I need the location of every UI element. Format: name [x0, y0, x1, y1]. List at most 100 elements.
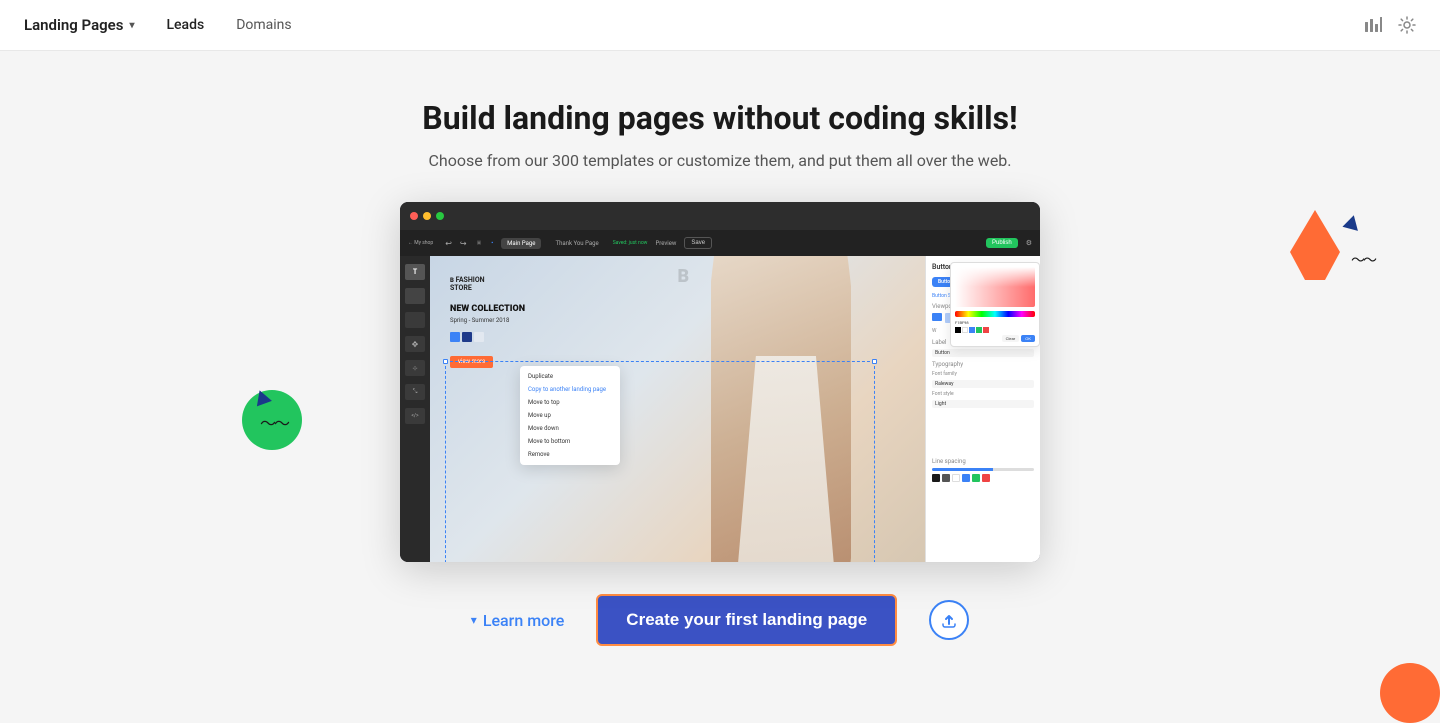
- ls-swatch-red: [982, 474, 990, 482]
- upload-icon: [939, 610, 959, 630]
- fashion-content: B FASHIONSTORE NEW COLLECTION Spring - S…: [450, 276, 525, 368]
- swatch-light: [474, 332, 484, 342]
- analytics-icon-button[interactable]: [1364, 16, 1382, 34]
- nav-link-leads[interactable]: Leads: [166, 17, 204, 33]
- ls-swatch-white: [952, 474, 960, 482]
- topbar-tab-mainpage[interactable]: Main Page: [501, 238, 541, 249]
- view-more-button[interactable]: view more: [450, 356, 493, 368]
- topbar-tab-thankyou[interactable]: Thank You Page: [549, 238, 604, 249]
- spring-summer-text: Spring - Summer 2018: [450, 317, 525, 324]
- hero-title: Build landing pages without coding skill…: [422, 99, 1017, 137]
- upload-icon-button[interactable]: [929, 600, 969, 640]
- line-spacing-slider[interactable]: [932, 468, 1034, 471]
- swatch-accent1: [969, 327, 975, 333]
- font-family-label: Font family: [932, 371, 962, 377]
- swatch-black: [955, 327, 961, 333]
- color-hex-value[interactable]: F1BF98: [955, 320, 1035, 325]
- typography-section-title: Typography: [932, 361, 1034, 368]
- main-content: Build landing pages without coding skill…: [0, 51, 1440, 686]
- line-spacing-swatches: [932, 474, 1034, 482]
- right-panel: Button ✕ Button Settings Button Styles V…: [925, 256, 1040, 562]
- settings-icon-button[interactable]: [1398, 16, 1416, 34]
- decorative-squiggle-right: ～～: [1351, 250, 1375, 270]
- settings-small-icon: ⚙: [1026, 239, 1032, 247]
- back-arrow-icon: ← My shop: [408, 240, 433, 246]
- font-style-row: Font style: [932, 391, 1034, 397]
- sidebar-tool-code: </>: [405, 408, 425, 424]
- color-ok-button[interactable]: OK: [1021, 335, 1035, 342]
- color-action-buttons: Clear OK: [955, 335, 1035, 342]
- handle-tl: [443, 359, 448, 364]
- ctx-move-down[interactable]: Move down: [520, 422, 620, 435]
- color-cancel-button[interactable]: Clear: [1002, 335, 1020, 342]
- line-spacing-label: Line spacing: [932, 458, 1034, 465]
- device-mobile-icon: ▪: [491, 240, 493, 246]
- decorative-squiggle-left: ～～: [260, 410, 288, 434]
- brand-label: Landing Pages: [24, 16, 123, 34]
- ctx-move-up[interactable]: Move up: [520, 409, 620, 422]
- ctx-move-top[interactable]: Move to top: [520, 396, 620, 409]
- analytics-icon: [1364, 16, 1382, 34]
- nav-link-domains[interactable]: Domains: [236, 17, 291, 33]
- font-family-value[interactable]: Raleway: [932, 380, 1034, 388]
- redo-icon: ↪: [460, 239, 467, 248]
- context-menu: Duplicate Copy to another landing page M…: [520, 366, 620, 465]
- nav-right: [1364, 16, 1416, 34]
- handle-tr: [872, 359, 877, 364]
- navbar: Landing Pages ▾ Leads Domains: [0, 0, 1440, 51]
- line-spacing-section: Line spacing: [932, 458, 1034, 482]
- editor-screenshot: ← My shop ↩ ↪ ▣ ▪ Main Page Thank You Pa…: [400, 202, 1040, 562]
- nav-left: Landing Pages ▾ Leads Domains: [24, 16, 292, 34]
- sidebar-tool-image: [405, 288, 425, 304]
- ls-swatch-dark: [932, 474, 940, 482]
- font-family-row: Font family: [932, 371, 1034, 377]
- learn-more-label: Learn more: [483, 611, 564, 630]
- close-dot: [410, 212, 418, 220]
- maximize-dot: [436, 212, 444, 220]
- ls-swatch-blue: [962, 474, 970, 482]
- store-logo: B FASHIONSTORE: [450, 276, 525, 292]
- editor-body: T ✥ ⊹ ⤡ </> B FASHIONSTORE: [400, 256, 1040, 562]
- color-spectrum[interactable]: [955, 311, 1035, 317]
- create-landing-page-button[interactable]: Create your first landing page: [596, 594, 897, 646]
- saved-status: Saved: just now: [613, 240, 648, 246]
- save-button[interactable]: Save: [684, 237, 712, 249]
- undo-icon: ↩: [445, 239, 452, 248]
- swatch-blue: [450, 332, 460, 342]
- minimize-dot: [423, 212, 431, 220]
- ls-swatch-green: [972, 474, 980, 482]
- ctx-duplicate[interactable]: Duplicate: [520, 370, 620, 383]
- editor-topbar: ← My shop ↩ ↪ ▣ ▪ Main Page Thank You Pa…: [400, 230, 1040, 256]
- browser-chrome: [400, 202, 1040, 230]
- nav-brand[interactable]: Landing Pages ▾: [24, 16, 134, 34]
- font-style-value[interactable]: Light: [932, 400, 1034, 408]
- gear-icon: [1398, 16, 1416, 34]
- sidebar-tool-add: ✥: [405, 336, 425, 352]
- learn-more-link[interactable]: ▾ Learn more: [471, 611, 565, 630]
- color-black-white-swatches: [955, 327, 1035, 333]
- sidebar-tool-expand: ⤡: [405, 384, 425, 400]
- new-collection-text: NEW COLLECTION: [450, 304, 525, 315]
- color-gradient[interactable]: [955, 267, 1035, 307]
- preview-label: Preview: [655, 240, 676, 247]
- font-style-label: Font style: [932, 391, 962, 397]
- color-swatches: [450, 332, 525, 342]
- ctx-copy[interactable]: Copy to another landing page: [520, 383, 620, 396]
- publish-button[interactable]: Publish: [986, 238, 1018, 248]
- editor-canvas: B FASHIONSTORE NEW COLLECTION Spring - S…: [430, 256, 925, 562]
- viewport-desktop-icon[interactable]: [932, 313, 942, 321]
- sidebar-tool-shape: [405, 312, 425, 328]
- hero-subtitle: Choose from our 300 templates or customi…: [429, 151, 1012, 170]
- decorative-orange-circle-bottom: [1380, 663, 1440, 723]
- learn-more-arrow-icon: ▾: [471, 613, 477, 627]
- swatch-darkblue: [462, 332, 472, 342]
- ls-swatch-mid: [942, 474, 950, 482]
- cta-row: ▾ Learn more Create your first landing p…: [471, 594, 969, 646]
- editor-left-sidebar: T ✥ ⊹ ⤡ </>: [400, 256, 430, 562]
- swatch-accent3: [983, 327, 989, 333]
- watermark-b: B: [678, 266, 690, 287]
- sidebar-tool-move: ⊹: [405, 360, 425, 376]
- ctx-move-bottom[interactable]: Move to bottom: [520, 435, 620, 448]
- ctx-remove[interactable]: Remove: [520, 448, 620, 461]
- label-value[interactable]: Button: [932, 349, 1034, 357]
